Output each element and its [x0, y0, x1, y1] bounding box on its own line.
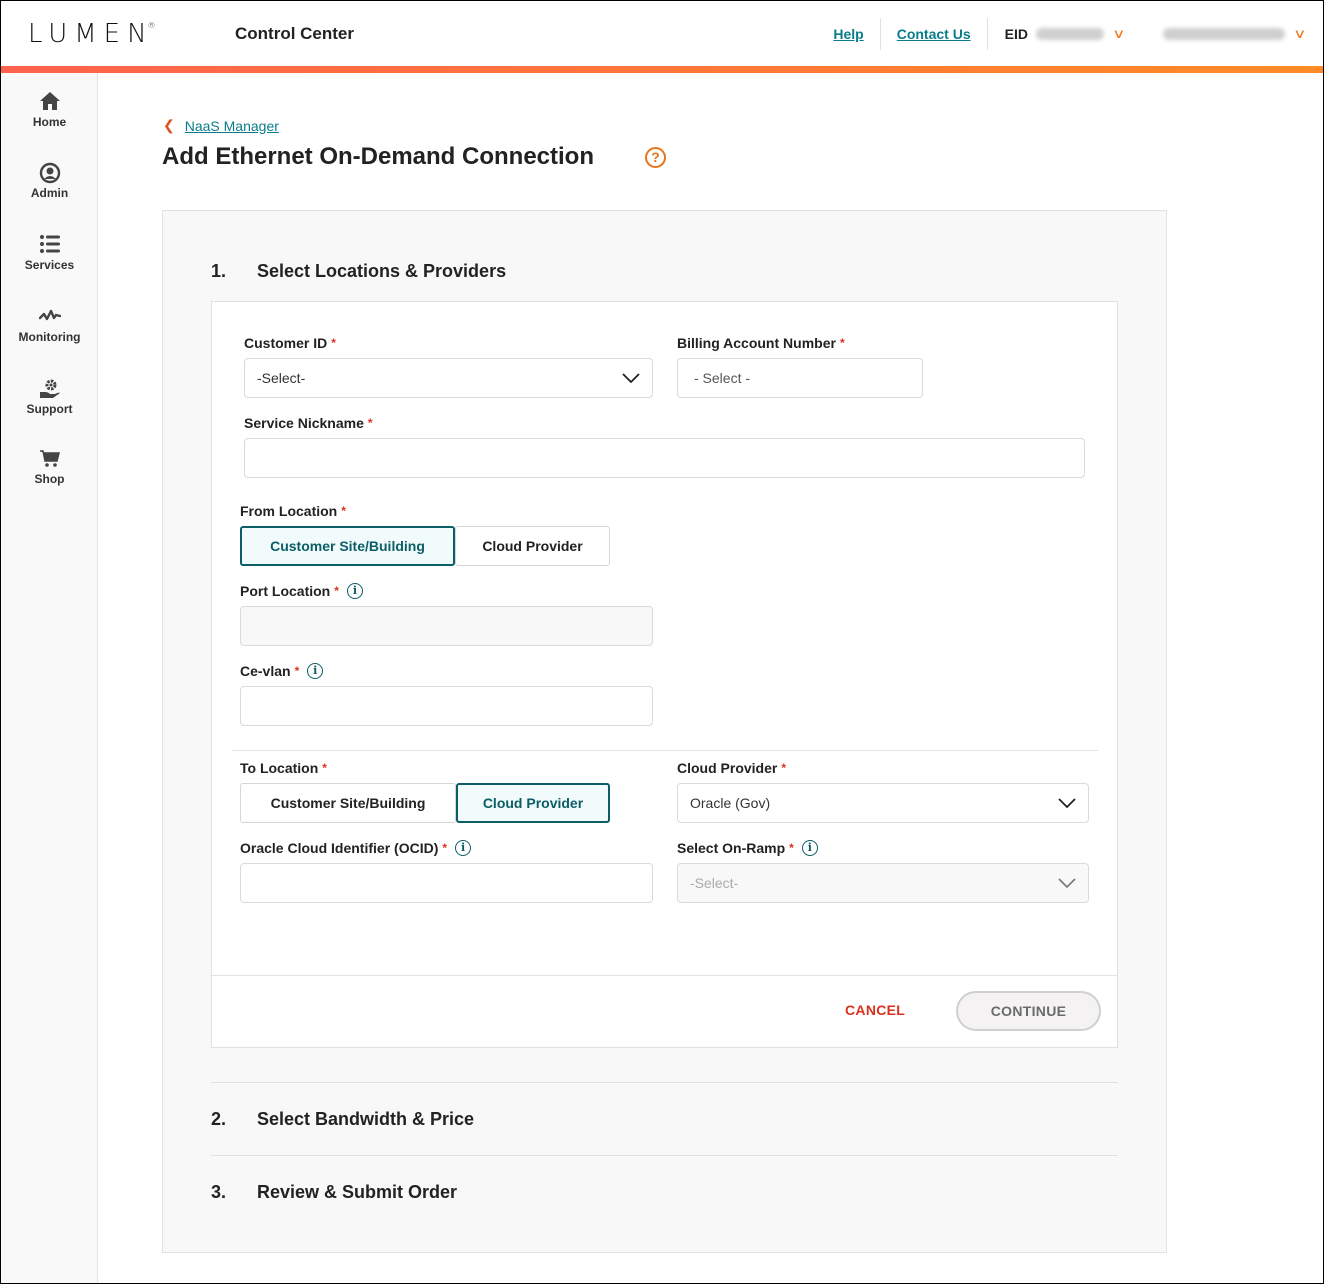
customer-id-value: -Select- [257, 370, 306, 386]
app-title: Control Center [235, 24, 354, 43]
cloud-provider-select[interactable]: Oracle (Gov) [677, 783, 1089, 823]
chevron-left-icon[interactable]: ❮ [163, 117, 175, 134]
pulse-icon [1, 306, 98, 328]
step-title: Select Bandwidth & Price [257, 1109, 475, 1129]
eid-dropdown-chevron-icon[interactable]: ∨ [1112, 26, 1125, 42]
sidebar-item-label: Monitoring [18, 330, 81, 344]
to-location-label: To Location * [240, 760, 327, 776]
ocid-input[interactable] [240, 863, 653, 903]
info-icon[interactable]: i [455, 840, 472, 856]
billing-account-label: Billing Account Number * [677, 335, 845, 351]
sidebar-item-home[interactable]: Home [1, 91, 98, 129]
service-nickname-input[interactable] [244, 438, 1085, 478]
top-header: LUMEN® Control Center Help Contact Us EI… [1, 1, 1323, 65]
customer-id-select[interactable]: -Select- [244, 358, 653, 398]
step-title: Review & Submit Order [257, 1182, 458, 1202]
chevron-down-icon [1058, 798, 1076, 808]
brand-accent-bar [1, 66, 1323, 73]
sidebar-item-admin[interactable]: Admin [1, 162, 98, 200]
step-2-header[interactable]: 2. Select Bandwidth & Price [211, 1109, 474, 1130]
sidebar-item-services[interactable]: Services [1, 234, 98, 272]
sidebar-item-label: Home [32, 115, 67, 129]
to-cloud-provider-button[interactable]: Cloud Provider [456, 783, 610, 823]
cloud-provider-label: Cloud Provider * [677, 760, 787, 776]
lumen-logo[interactable]: LUMEN® [28, 19, 162, 49]
breadcrumb: ❮ NaaS Manager [163, 117, 279, 134]
home-icon [1, 91, 98, 113]
ocid-label: Oracle Cloud Identifier (OCID) * i [240, 840, 472, 856]
cart-icon [1, 448, 98, 470]
chevron-down-icon [622, 373, 640, 383]
sidebar-item-label: Services [24, 258, 75, 272]
billing-account-value: - Select - [694, 370, 751, 386]
to-location-toggle: Customer Site/Building Cloud Provider [240, 783, 610, 823]
on-ramp-label: Select On-Ramp * i [677, 840, 818, 856]
step-number: 2. [211, 1109, 227, 1129]
sidebar-item-monitoring[interactable]: Monitoring [1, 306, 98, 344]
form-footer-divider [212, 975, 1117, 976]
wizard-card: 1. Select Locations & Providers Customer … [162, 210, 1167, 1253]
header-links: Help Contact Us EID ∨ ∨ [817, 17, 1323, 51]
section-divider [232, 750, 1098, 751]
step-number: 3. [211, 1182, 227, 1202]
cancel-button[interactable]: CANCEL [845, 1002, 905, 1018]
from-cloud-provider-button[interactable]: Cloud Provider [455, 526, 610, 566]
eid-label: EID [1004, 26, 1028, 42]
sidebar-item-label: Shop [34, 472, 65, 486]
contact-us-link[interactable]: Contact Us [881, 17, 987, 51]
from-location-toggle: Customer Site/Building Cloud Provider [240, 526, 610, 566]
step-divider [211, 1082, 1118, 1083]
port-location-input[interactable] [240, 606, 653, 646]
user-name-redacted [1163, 28, 1286, 40]
eid-value-redacted [1035, 28, 1104, 40]
info-icon[interactable]: i [307, 663, 324, 679]
cloud-provider-value: Oracle (Gov) [690, 795, 771, 811]
continue-button[interactable]: CONTINUE [956, 991, 1101, 1031]
user-dropdown-chevron-icon[interactable]: ∨ [1294, 26, 1307, 42]
user-circle-icon [1, 162, 98, 184]
sidebar-item-shop[interactable]: Shop [1, 448, 98, 486]
info-icon[interactable]: i [346, 583, 363, 599]
ce-vlan-input[interactable] [240, 686, 653, 726]
ce-vlan-label: Ce-vlan * i [240, 663, 324, 679]
step-1-header: 1. Select Locations & Providers [211, 261, 506, 282]
sidebar-item-support[interactable]: Support [1, 378, 98, 416]
list-icon [1, 234, 98, 256]
step-divider [211, 1155, 1118, 1156]
step-title: Select Locations & Providers [257, 261, 507, 281]
on-ramp-value: -Select- [690, 875, 739, 891]
port-location-label: Port Location * i [240, 583, 363, 599]
step-3-header[interactable]: 3. Review & Submit Order [211, 1182, 457, 1203]
from-location-label: From Location * [240, 503, 346, 519]
sidebar-item-label: Admin [30, 186, 69, 200]
sidebar-nav: Home Admin Services Monitoring Support S… [1, 73, 98, 1283]
help-link[interactable]: Help [817, 17, 879, 51]
from-customer-site-button[interactable]: Customer Site/Building [240, 526, 455, 566]
page-title: Add Ethernet On-Demand Connection [162, 143, 594, 170]
on-ramp-select[interactable]: -Select- [677, 863, 1089, 903]
help-question-icon[interactable]: ? [645, 147, 666, 168]
info-icon[interactable]: i [801, 840, 818, 856]
support-gear-icon [1, 378, 98, 400]
step-1-form-panel: Customer ID * -Select- Billing Account Nu… [211, 301, 1118, 1048]
chevron-down-icon [1058, 878, 1076, 888]
customer-id-label: Customer ID * [244, 335, 336, 351]
service-nickname-label: Service Nickname * [244, 415, 373, 431]
step-number: 1. [211, 261, 227, 281]
to-customer-site-button[interactable]: Customer Site/Building [240, 783, 456, 823]
billing-account-select[interactable]: - Select - [677, 358, 923, 398]
breadcrumb-naas-manager-link[interactable]: NaaS Manager [185, 118, 279, 134]
sidebar-item-label: Support [26, 402, 73, 416]
header-divider [986, 18, 988, 50]
